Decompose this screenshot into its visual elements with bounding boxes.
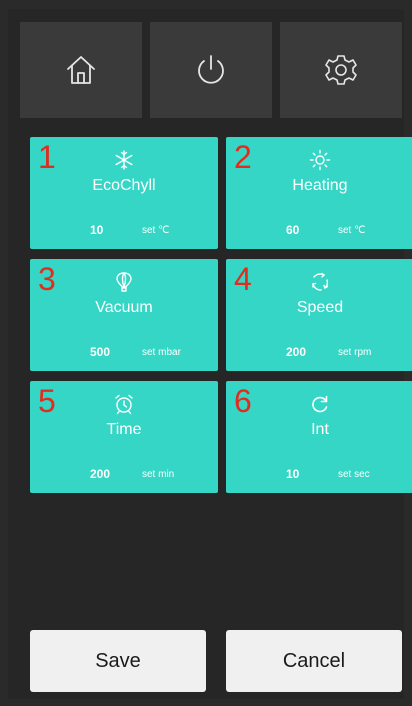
settings-button[interactable]	[280, 22, 402, 118]
vacuum-icon	[116, 272, 132, 292]
tile-number: 2	[234, 139, 252, 175]
tile-unit: set min	[142, 469, 175, 480]
tile-number: 4	[234, 261, 252, 297]
tile-value: 60	[286, 223, 300, 237]
app-screen: 1 EcoChyll 10 set ℃ 2 Heating 60 set ℃ 3	[8, 9, 412, 699]
tile-time[interactable]: 5 Time 200 set min	[30, 381, 218, 493]
tile-value: 200	[286, 345, 307, 359]
tile-vacuum[interactable]: 3 Vacuum 500 set mbar	[30, 259, 218, 371]
tile-unit: set mbar	[142, 347, 181, 358]
tile-name: EcoChyll	[92, 177, 156, 194]
tile-value: 200	[90, 467, 111, 481]
tile-value: 500	[90, 345, 111, 359]
power-button[interactable]	[150, 22, 272, 118]
tile-value: 10	[90, 223, 104, 237]
alarm-clock-icon	[115, 394, 133, 415]
parameter-grid: 1 EcoChyll 10 set ℃ 2 Heating 60 set ℃ 3	[30, 137, 412, 497]
snowflake-icon	[115, 150, 133, 170]
gear-icon	[325, 55, 357, 85]
tile-ecochyll[interactable]: 1 EcoChyll 10 set ℃	[30, 137, 218, 249]
tile-value: 10	[286, 467, 300, 481]
home-button[interactable]	[20, 22, 142, 118]
tile-number: 1	[38, 139, 56, 175]
tile-number: 6	[234, 383, 252, 419]
tile-unit: set rpm	[338, 347, 372, 358]
tile-name: Speed	[296, 299, 344, 316]
tile-int[interactable]: 6 Int 10 set sec	[226, 381, 412, 493]
tile-unit: set ℃	[142, 225, 170, 236]
tile-speed[interactable]: 4 Speed 200 set rpm	[226, 259, 412, 371]
tile-unit: set sec	[338, 469, 370, 480]
tile-number: 5	[38, 383, 56, 419]
home-icon	[67, 56, 95, 84]
rotation-icon	[312, 272, 329, 291]
tile-name: Heating	[292, 177, 348, 194]
save-button[interactable]: Save	[30, 630, 206, 692]
power-icon	[198, 55, 224, 84]
top-toolbar	[20, 22, 402, 118]
sun-icon	[309, 149, 331, 171]
tile-name: Vacuum	[95, 299, 153, 316]
tile-unit: set ℃	[338, 225, 366, 236]
tile-number: 3	[38, 261, 56, 297]
cancel-button[interactable]: Cancel	[226, 630, 402, 692]
action-bar: Save Cancel	[30, 630, 402, 692]
tile-heating[interactable]: 2 Heating 60 set ℃	[226, 137, 412, 249]
tile-name: Time	[106, 421, 142, 438]
refresh-icon	[312, 395, 328, 413]
tile-name: Int	[311, 421, 329, 438]
